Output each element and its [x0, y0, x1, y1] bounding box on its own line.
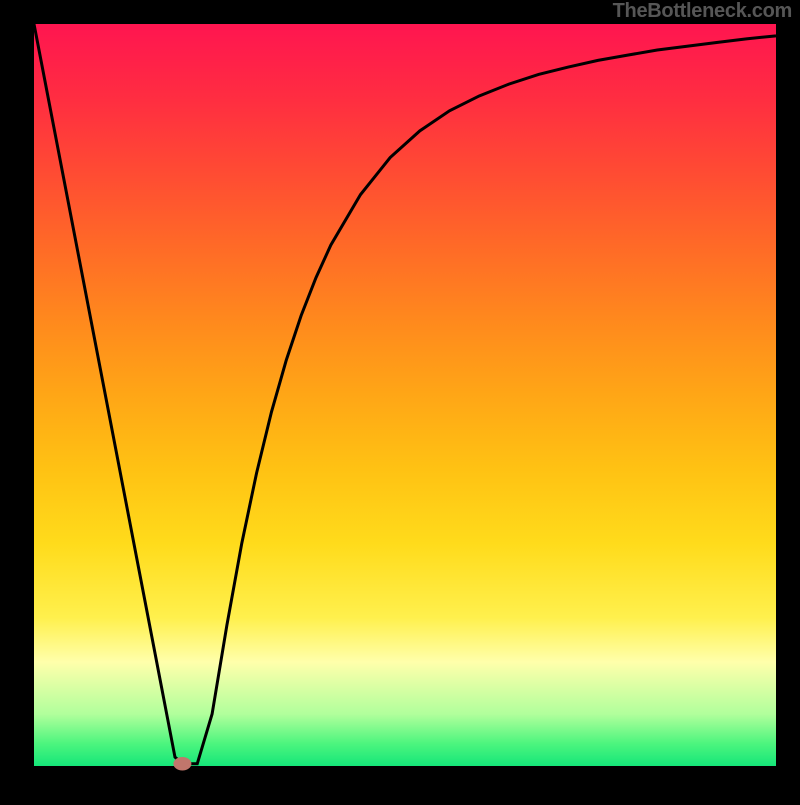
chart-frame: TheBottleneck.com — [0, 0, 800, 800]
watermark-text: TheBottleneck.com — [613, 0, 792, 23]
optimum-marker — [173, 757, 191, 771]
bottleneck-chart — [0, 0, 800, 800]
plot-background — [34, 24, 776, 766]
